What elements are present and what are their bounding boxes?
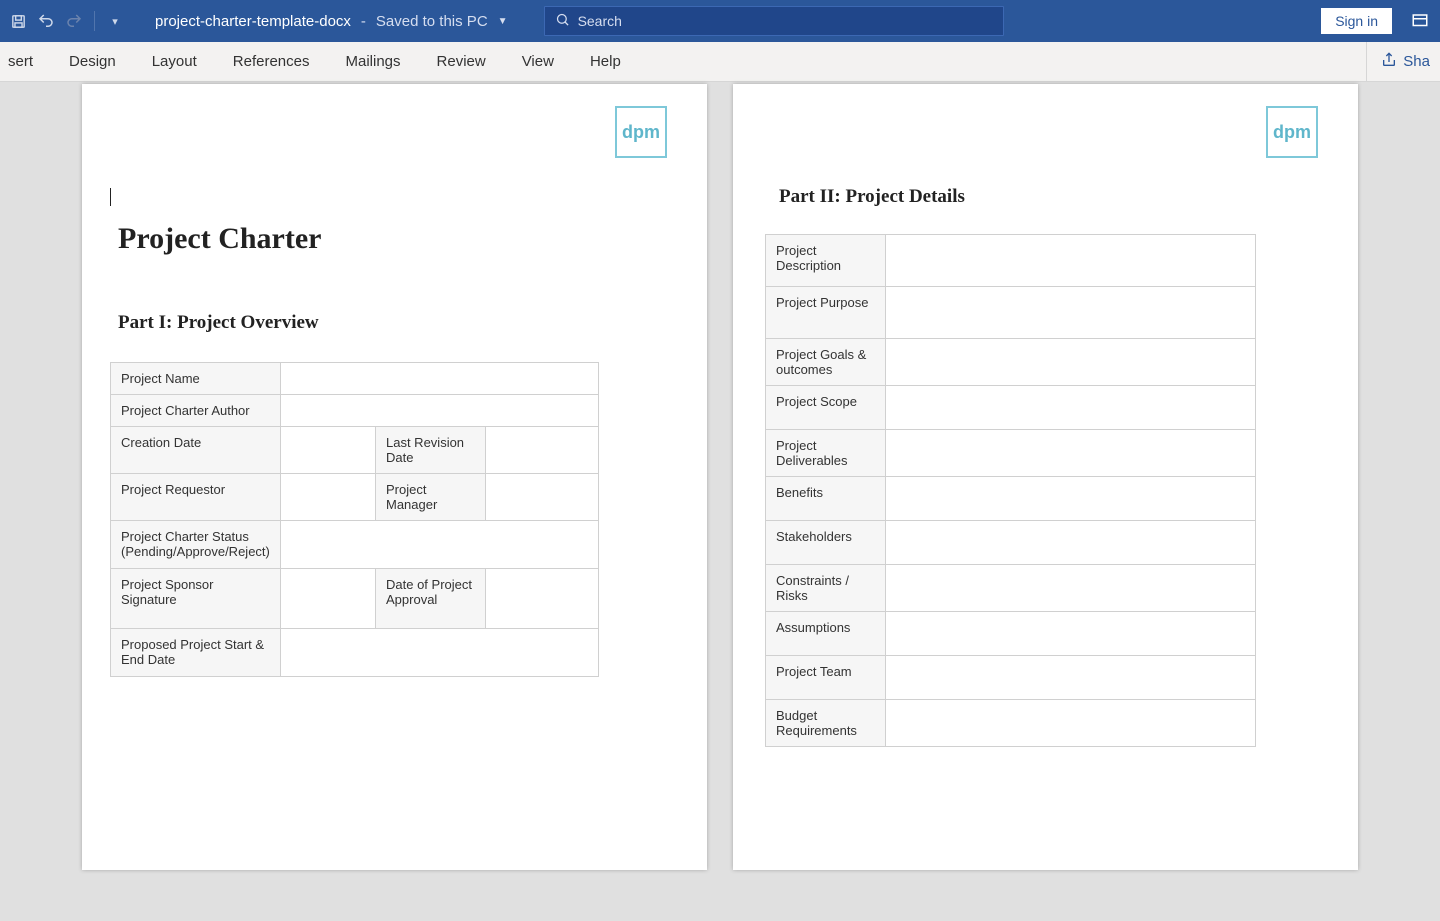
cell-project-name-label[interactable]: Project Name (111, 363, 281, 395)
search-box[interactable] (544, 6, 1004, 36)
cell-budget-label[interactable]: Budget Requirements (766, 700, 886, 747)
cell-purpose-value[interactable] (886, 287, 1256, 339)
cell-goals-label[interactable]: Project Goals & outcomes (766, 339, 886, 386)
cell-creation-date-label[interactable]: Creation Date (111, 427, 281, 474)
tab-view[interactable]: View (504, 42, 572, 81)
cell-deliverables-value[interactable] (886, 430, 1256, 477)
cell-scope-value[interactable] (886, 386, 1256, 430)
cell-last-revision-value[interactable] (486, 427, 599, 474)
saved-status: Saved to this PC (376, 13, 488, 30)
title-bar: ▾ project-charter-template-docx - Saved … (0, 0, 1440, 42)
cell-creation-date-value[interactable] (281, 427, 376, 474)
cell-stakeholders-label[interactable]: Stakeholders (766, 521, 886, 565)
chevron-down-icon[interactable]: ▼ (498, 16, 508, 27)
toolbar-separator (94, 11, 95, 31)
tab-review[interactable]: Review (419, 42, 504, 81)
search-icon (555, 12, 570, 30)
text-cursor (110, 188, 111, 206)
cell-stakeholders-value[interactable] (886, 521, 1256, 565)
cell-charter-status-label[interactable]: Project Charter Status (Pending/Approve/… (111, 521, 281, 569)
cell-goals-value[interactable] (886, 339, 1256, 386)
cell-constraints-label[interactable]: Constraints / Risks (766, 565, 886, 612)
cell-budget-value[interactable] (886, 700, 1256, 747)
save-icon[interactable] (8, 11, 28, 31)
document-page-2[interactable]: dpm Part II: Project Details Project Des… (733, 84, 1358, 870)
cell-date-approval-label[interactable]: Date of Project Approval (376, 569, 486, 629)
cell-project-name-value[interactable] (281, 363, 599, 395)
cell-date-approval-value[interactable] (486, 569, 599, 629)
cell-description-label[interactable]: Project Description (766, 235, 886, 287)
cell-charter-author-value[interactable] (281, 395, 599, 427)
cell-purpose-label[interactable]: Project Purpose (766, 287, 886, 339)
quick-access-toolbar: ▾ (8, 11, 125, 31)
ribbon-display-options-icon[interactable] (1408, 9, 1432, 33)
cell-last-revision-label[interactable]: Last Revision Date (376, 427, 486, 474)
cell-benefits-label[interactable]: Benefits (766, 477, 886, 521)
cell-scope-label[interactable]: Project Scope (766, 386, 886, 430)
document-heading[interactable]: Project Charter (118, 222, 679, 256)
share-button[interactable]: Sha (1366, 42, 1440, 81)
cell-charter-author-label[interactable]: Project Charter Author (111, 395, 281, 427)
cell-manager-label[interactable]: Project Manager (376, 474, 486, 521)
cell-team-label[interactable]: Project Team (766, 656, 886, 700)
redo-icon[interactable] (64, 11, 84, 31)
ribbon-tabs: sert Design Layout References Mailings R… (0, 42, 1440, 82)
tab-insert[interactable]: sert (0, 42, 51, 81)
title-bar-right: Sign in (1321, 8, 1432, 34)
section-heading-part1[interactable]: Part I: Project Overview (118, 312, 679, 334)
document-title[interactable]: project-charter-template-docx - Saved to… (155, 13, 508, 30)
share-label: Sha (1403, 53, 1430, 70)
document-workspace[interactable]: dpm Project Charter Part I: Project Over… (0, 82, 1440, 921)
cell-description-value[interactable] (886, 235, 1256, 287)
cell-benefits-value[interactable] (886, 477, 1256, 521)
cell-requestor-value[interactable] (281, 474, 376, 521)
cell-charter-status-value[interactable] (281, 521, 599, 569)
cell-constraints-value[interactable] (886, 565, 1256, 612)
sign-in-button[interactable]: Sign in (1321, 8, 1392, 34)
section-heading-part2[interactable]: Part II: Project Details (779, 186, 1330, 208)
cell-manager-value[interactable] (486, 474, 599, 521)
cell-assumptions-value[interactable] (886, 612, 1256, 656)
cell-deliverables-label[interactable]: Project Deliverables (766, 430, 886, 477)
customize-qat-icon[interactable]: ▾ (105, 11, 125, 31)
cell-assumptions-label[interactable]: Assumptions (766, 612, 886, 656)
cell-proposed-dates-label[interactable]: Proposed Project Start & End Date (111, 629, 281, 677)
title-separator: - (361, 13, 366, 30)
project-details-table[interactable]: Project Description Project Purpose Proj… (765, 234, 1256, 747)
tab-mailings[interactable]: Mailings (327, 42, 418, 81)
logo-badge: dpm (615, 106, 667, 158)
search-input[interactable] (578, 13, 993, 29)
tab-references[interactable]: References (215, 42, 328, 81)
logo-badge: dpm (1266, 106, 1318, 158)
share-icon (1381, 52, 1397, 72)
cell-sponsor-sig-label[interactable]: Project Sponsor Signature (111, 569, 281, 629)
cell-proposed-dates-value[interactable] (281, 629, 599, 677)
filename-text: project-charter-template-docx (155, 13, 351, 30)
cell-requestor-label[interactable]: Project Requestor (111, 474, 281, 521)
tab-layout[interactable]: Layout (134, 42, 215, 81)
cell-sponsor-sig-value[interactable] (281, 569, 376, 629)
tab-help[interactable]: Help (572, 42, 639, 81)
cell-team-value[interactable] (886, 656, 1256, 700)
project-overview-table[interactable]: Project Name Project Charter Author Crea… (110, 362, 599, 677)
undo-icon[interactable] (36, 11, 56, 31)
document-page-1[interactable]: dpm Project Charter Part I: Project Over… (82, 84, 707, 870)
tab-design[interactable]: Design (51, 42, 134, 81)
